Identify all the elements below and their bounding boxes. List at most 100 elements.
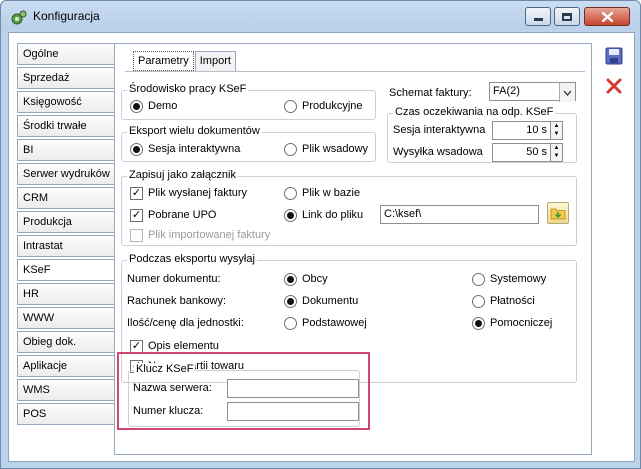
element-desc-label: Opis elementu (148, 340, 219, 352)
doc-number-systemowy-label: Systemowy (490, 273, 547, 285)
qty-podstawowej-radio[interactable] (284, 317, 297, 330)
sidebar-item-label: Sprzedaż (23, 72, 70, 84)
bank-dokumentu-radio[interactable] (284, 295, 297, 308)
timeout-batch-value: 50 s (526, 146, 547, 158)
sidebar-item-label: POS (23, 408, 47, 420)
close-icon (606, 78, 622, 94)
tab-label: Import (199, 55, 231, 67)
timeout-interactive-label: Sesja interaktywna (393, 124, 486, 136)
sidebar-item-srodki-trwale[interactable]: Środki trwałe (17, 115, 115, 137)
sidebar-item-label: Księgowość (23, 96, 82, 108)
delete-button[interactable] (603, 75, 625, 97)
file-in-db-label: Plik w bazie (302, 187, 361, 199)
env-group: Środowisko pracy KSeF Demo Produkcyjne (121, 83, 376, 120)
imported-invoice-label: Plik importowanej faktury (148, 229, 271, 241)
save-button[interactable] (603, 45, 625, 67)
sidebar-item-label: Ogólne (23, 48, 59, 60)
sidebar-item-www[interactable]: WWW (17, 307, 115, 329)
close-button[interactable] (584, 7, 630, 26)
bank-platnosci-radio[interactable] (472, 295, 485, 308)
sidebar-item-label: KSeF (23, 264, 51, 276)
sidebar-item-ksef[interactable]: KSeF (17, 259, 117, 281)
export-session-label: Sesja interaktywna (148, 143, 241, 155)
sidebar-item-label: Środki trwałe (23, 120, 87, 132)
doc-number-systemowy-radio[interactable] (472, 273, 485, 286)
env-prod-radio[interactable] (284, 100, 297, 113)
doc-number-obcy-radio[interactable] (284, 273, 297, 286)
env-demo-radio[interactable] (130, 100, 143, 113)
export-multi-title: Eksport wielu dokumentów (127, 125, 262, 137)
minimize-button[interactable] (525, 7, 551, 26)
sidebar-item-bi[interactable]: BI (17, 139, 115, 161)
attachment-title: Zapisuj jako załącznik (127, 169, 238, 181)
bank-dokumentu-label: Dokumentu (302, 295, 359, 307)
highlight-box (117, 352, 370, 430)
sent-invoice-label: Plik wysłanej faktury (148, 187, 248, 199)
doc-number-obcy-label: Obcy (302, 273, 328, 285)
minimize-icon (533, 18, 543, 21)
file-in-db-radio[interactable] (284, 187, 297, 200)
file-link-label: Link do pliku (302, 209, 364, 221)
maximize-icon (562, 12, 572, 21)
sidebar-item-pos[interactable]: POS (17, 403, 115, 425)
sidebar: Ogólne Sprzedaż Księgowość Środki trwałe… (17, 43, 117, 427)
sidebar-item-hr[interactable]: HR (17, 283, 115, 305)
chevron-down-icon (559, 83, 575, 102)
folder-icon (550, 208, 566, 220)
sidebar-item-ksiegowosc[interactable]: Księgowość (17, 91, 115, 113)
upo-checkbox[interactable]: ✓ (130, 209, 143, 222)
sidebar-item-aplikacje[interactable]: Aplikacje (17, 355, 115, 377)
sidebar-item-label: Aplikacje (23, 360, 68, 372)
export-multi-group: Eksport wielu dokumentów Sesja interakty… (121, 125, 376, 162)
configuration-window: Konfiguracja Ogólne Sprzedaż Księgowość … (0, 0, 641, 469)
export-send-title: Podczas eksportu wysyłaj (127, 253, 257, 265)
spin-down-icon: ▼ (553, 131, 560, 137)
tab-import[interactable]: Import (194, 51, 236, 71)
bank-platnosci-label: Płatności (490, 295, 535, 307)
doc-number-label: Numer dokumentu: (127, 273, 221, 285)
sidebar-item-wms[interactable]: WMS (17, 379, 115, 401)
file-path-input[interactable]: C:\ksef\ (380, 205, 539, 224)
imported-invoice-checkbox[interactable] (130, 229, 143, 242)
env-prod-label: Produkcyjne (302, 100, 363, 112)
tab-bar: Parametry Import (133, 51, 237, 71)
schema-value: FA(2) (493, 85, 520, 97)
sidebar-item-obieg-dok[interactable]: Obieg dok. (17, 331, 115, 353)
file-link-radio[interactable] (284, 209, 297, 222)
schema-select[interactable]: FA(2) (489, 82, 576, 102)
sidebar-item-produkcja[interactable]: Produkcja (17, 211, 115, 233)
attachment-group: Zapisuj jako załącznik ✓ Plik wysłanej f… (121, 169, 577, 246)
browse-folder-button[interactable] (547, 202, 569, 224)
export-batch-radio[interactable] (284, 143, 297, 156)
qty-label: Ilość/cenę dla jednostki: (127, 317, 244, 329)
sidebar-item-crm[interactable]: CRM (17, 187, 115, 209)
schema-label: Schemat faktury: (389, 87, 472, 99)
sidebar-item-sprzedaz[interactable]: Sprzedaż (17, 67, 115, 89)
spin-up-icon: ▲ (553, 123, 560, 129)
close-icon (601, 11, 613, 22)
sidebar-item-intrastat[interactable]: Intrastat (17, 235, 115, 257)
timeout-interactive-spinner[interactable]: ▲ ▼ (551, 121, 563, 140)
spin-down-icon: ▼ (553, 153, 560, 159)
sidebar-item-label: WWW (23, 312, 55, 324)
sidebar-item-label: WMS (23, 384, 50, 396)
sent-invoice-checkbox[interactable]: ✓ (130, 187, 143, 200)
app-gear-icon (11, 9, 27, 25)
sidebar-item-label: HR (23, 288, 39, 300)
maximize-button[interactable] (554, 7, 580, 26)
timeout-batch-input[interactable]: 50 s (492, 143, 551, 162)
sidebar-item-ogolne[interactable]: Ogólne (17, 43, 115, 65)
sidebar-item-label: Serwer wydruków (23, 168, 110, 180)
timeout-interactive-input[interactable]: 10 s (492, 121, 551, 140)
tab-parametry[interactable]: Parametry (133, 51, 194, 71)
env-group-title: Środowisko pracy KSeF (127, 83, 249, 95)
export-session-radio[interactable] (130, 143, 143, 156)
tab-divider (125, 71, 585, 72)
timeout-title: Czas oczekiwania na odp. KSeF (393, 106, 556, 118)
sidebar-item-label: CRM (23, 192, 49, 204)
sidebar-item-serwer-wydrukow[interactable]: Serwer wydruków (17, 163, 115, 185)
file-path-value: C:\ksef\ (384, 208, 422, 220)
timeout-batch-spinner[interactable]: ▲ ▼ (551, 143, 563, 162)
qty-pomocniczej-radio[interactable] (472, 317, 485, 330)
window-title: Konfiguracja (33, 9, 100, 23)
